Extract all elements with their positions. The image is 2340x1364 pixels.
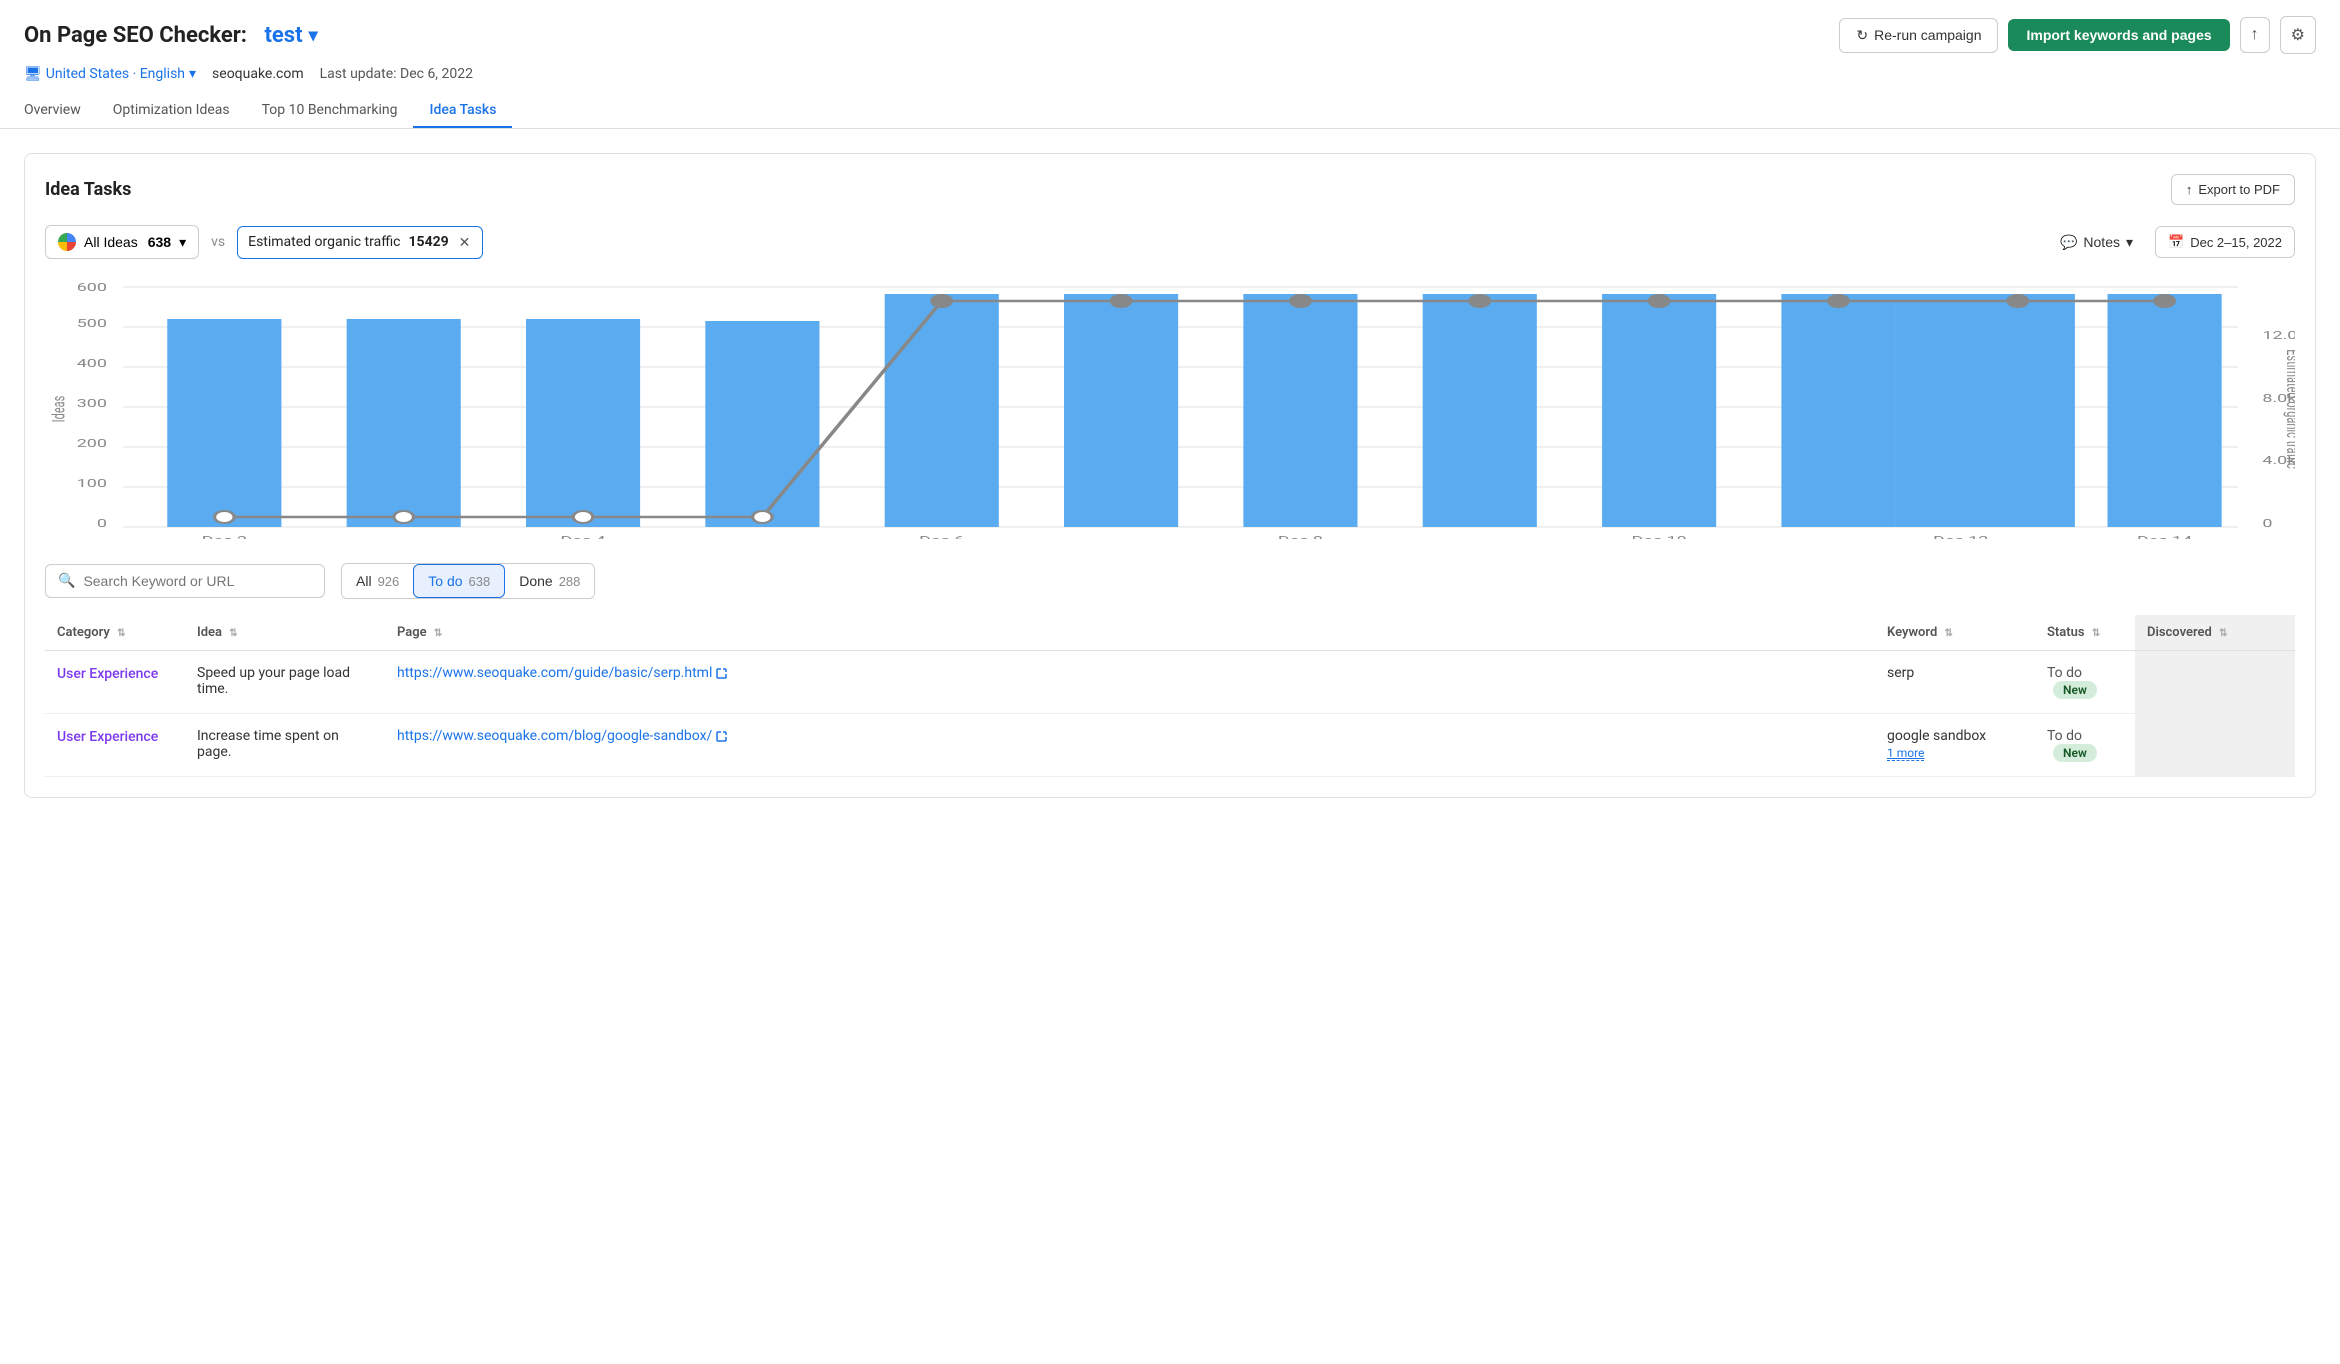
col-header-idea: Idea ⇅: [185, 615, 385, 651]
tab-optimization-ideas[interactable]: Optimization Ideas: [97, 94, 246, 128]
col-header-keyword: Keyword ⇅: [1875, 615, 2035, 651]
table-row: User Experience Increase time spent on p…: [45, 714, 2295, 777]
svg-text:Dec 14: Dec 14: [2137, 534, 2193, 539]
search-icon: 🔍: [58, 573, 75, 589]
import-button[interactable]: Import keywords and pages: [2008, 19, 2229, 51]
notes-caret-icon: ▾: [2126, 234, 2133, 251]
search-box[interactable]: 🔍: [45, 564, 325, 598]
svg-text:Dec 12: Dec 12: [1933, 534, 1988, 539]
tab-group: All 926 To do 638 Done 288: [341, 563, 595, 599]
tab-done[interactable]: Done 288: [505, 564, 594, 598]
sort-status-icon[interactable]: ⇅: [2092, 628, 2100, 639]
status-text-1: To do: [2047, 665, 2082, 681]
tab-top10-benchmarking[interactable]: Top 10 Benchmarking: [246, 94, 414, 128]
main-nav: Overview Optimization Ideas Top 10 Bench…: [24, 94, 2316, 128]
svg-text:12.0k: 12.0k: [2262, 329, 2295, 342]
table-section: 🔍 All 926 To do 638 Done: [45, 563, 2295, 777]
svg-text:300: 300: [77, 397, 107, 410]
sort-idea-icon[interactable]: ⇅: [229, 628, 237, 639]
last-update-label: Last update: Dec 6, 2022: [320, 66, 473, 82]
page-link-1[interactable]: https://www.seoquake.com/guide/basic/ser…: [397, 665, 1863, 681]
vs-label: vs: [211, 234, 225, 250]
svg-text:500: 500: [77, 317, 107, 330]
export-pdf-button[interactable]: ↑ Export to PDF: [2171, 174, 2295, 205]
header-sub: 🖥 United States · English ▾ seoquake.com…: [24, 66, 2316, 82]
monitor-icon: 🖥: [24, 66, 42, 82]
col-header-discovered: Discovered ⇅: [2135, 615, 2295, 651]
svg-text:Dec 4: Dec 4: [560, 534, 606, 539]
metric-close-button[interactable]: ✕: [457, 234, 473, 251]
ideas-chart: 0 100 200 300 400 500 600 Ideas 0 4.0k 8…: [45, 279, 2295, 539]
svg-text:100: 100: [77, 477, 107, 490]
status-text-2: To do: [2047, 728, 2082, 744]
idea-text-2: Increase time spent on page.: [197, 728, 339, 760]
header-actions: ↻ Re-run campaign Import keywords and pa…: [1839, 16, 2316, 54]
page-link-2[interactable]: https://www.seoquake.com/blog/google-san…: [397, 728, 1863, 744]
location-caret-icon: ▾: [189, 66, 196, 82]
domain-label: seoquake.com: [212, 66, 304, 82]
svg-text:Estimated organic traffic: Estimated organic traffic: [2282, 349, 2295, 469]
bar-dec2: [167, 319, 281, 527]
project-caret-icon[interactable]: ▾: [309, 25, 318, 46]
svg-text:Dec 8: Dec 8: [1278, 534, 1323, 539]
tab-all[interactable]: All 926: [342, 564, 413, 598]
idea-text-1: Speed up your page load time.: [197, 665, 350, 697]
category-link-1[interactable]: User Experience: [57, 666, 158, 682]
col-header-page: Page ⇅: [385, 615, 1875, 651]
calendar-icon: 📅: [2168, 234, 2184, 250]
dropdown-caret-icon: ▾: [179, 234, 186, 251]
keyword-text-1: serp: [1887, 665, 1914, 681]
external-link-icon: [716, 667, 728, 679]
rerun-icon: ↻: [1856, 27, 1868, 44]
notes-button[interactable]: 💬 Notes ▾: [2050, 227, 2143, 258]
search-input[interactable]: [83, 573, 312, 589]
project-name[interactable]: test: [264, 23, 302, 48]
badge-new-2: New: [2053, 744, 2097, 762]
filter-right-controls: 💬 Notes ▾ 📅 Dec 2–15, 2022: [2050, 226, 2295, 258]
svg-text:Dec 2: Dec 2: [202, 534, 247, 539]
tab-overview[interactable]: Overview: [24, 94, 97, 128]
filter-bar: All Ideas 638 ▾ vs Estimated organic tra…: [45, 225, 2295, 259]
upload-icon: ↑: [2186, 182, 2193, 197]
metric-pill: Estimated organic traffic 15429 ✕: [237, 226, 483, 259]
page-title: On Page SEO Checker: test ▾: [24, 23, 318, 48]
keyword-text-2: google sandbox: [1887, 728, 2023, 744]
svg-text:600: 600: [77, 281, 107, 294]
sort-page-icon[interactable]: ⇅: [434, 628, 442, 639]
rerun-campaign-button[interactable]: ↻ Re-run campaign: [1839, 18, 1998, 53]
svg-text:400: 400: [77, 357, 107, 370]
sort-discovered-icon[interactable]: ⇅: [2219, 628, 2227, 639]
table-row: User Experience Speed up your page load …: [45, 651, 2295, 714]
sort-keyword-icon[interactable]: ⇅: [1945, 628, 1953, 639]
svg-text:Dec 10: Dec 10: [1632, 534, 1687, 539]
ideas-table: Category ⇅ Idea ⇅ Page ⇅: [45, 615, 2295, 777]
notes-icon: 💬: [2060, 234, 2077, 251]
category-link-2[interactable]: User Experience: [57, 729, 158, 745]
col-header-status: Status ⇅: [2035, 615, 2135, 651]
keyword-more-link-2[interactable]: 1 more: [1887, 746, 1924, 761]
external-link-icon-2: [716, 730, 728, 742]
location-selector[interactable]: 🖥 United States · English ▾: [24, 66, 196, 82]
ideas-icon: [58, 233, 76, 251]
svg-text:Dec 6: Dec 6: [919, 534, 964, 539]
svg-text:0: 0: [97, 517, 107, 530]
badge-new-1: New: [2053, 681, 2097, 699]
svg-text:200: 200: [77, 437, 107, 450]
date-range-button[interactable]: 📅 Dec 2–15, 2022: [2155, 226, 2295, 258]
table-controls: 🔍 All 926 To do 638 Done: [45, 563, 2295, 599]
svg-text:Ideas: Ideas: [48, 396, 70, 423]
share-button[interactable]: ↑: [2240, 17, 2270, 53]
card-title: Idea Tasks: [45, 179, 131, 200]
all-ideas-dropdown[interactable]: All Ideas 638 ▾: [45, 225, 199, 259]
tab-todo[interactable]: To do 638: [413, 564, 505, 598]
svg-text:0: 0: [2262, 517, 2272, 530]
settings-button[interactable]: ⚙: [2280, 16, 2316, 54]
card-header: Idea Tasks ↑ Export to PDF: [45, 174, 2295, 205]
chart-container: 0 100 200 300 400 500 600 Ideas 0 4.0k 8…: [45, 279, 2295, 539]
tab-idea-tasks[interactable]: Idea Tasks: [413, 94, 512, 128]
col-header-category: Category ⇅: [45, 615, 185, 651]
sort-category-icon[interactable]: ⇅: [117, 628, 125, 639]
